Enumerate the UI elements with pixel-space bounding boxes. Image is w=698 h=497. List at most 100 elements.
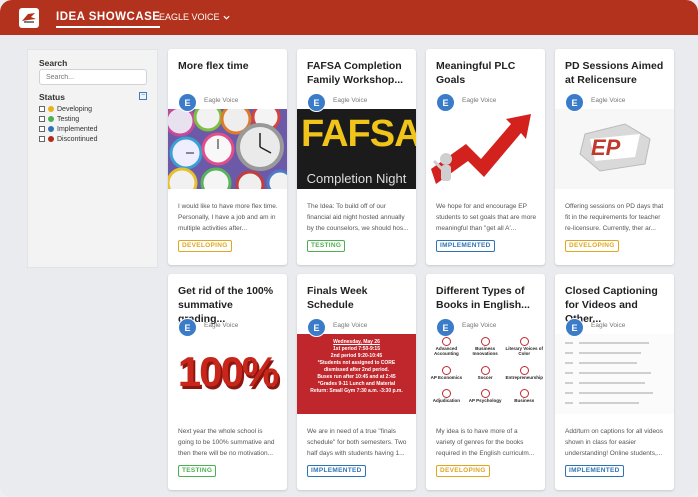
status-filter-discontinued[interactable]: Discontinued — [39, 134, 97, 144]
author-name: Eagle Voice — [204, 322, 239, 329]
search-input[interactable] — [39, 69, 147, 85]
schedule-poster-image: Wednesday, May 26 1st period 7:50-9:15 2… — [297, 334, 416, 414]
status-badge: DEVELOPING — [565, 240, 619, 252]
school-logo-icon[interactable] — [19, 8, 39, 28]
status-filter-implemented[interactable]: Implemented — [39, 124, 97, 134]
checkbox[interactable] — [39, 116, 45, 122]
caption-screenshot-image — [555, 334, 674, 414]
fafsa-image-text: FAFSA — [301, 113, 416, 155]
author-name: Eagle Voice — [204, 97, 239, 104]
card-title[interactable]: More flex time — [178, 59, 282, 73]
card-description: Next year the whole school is going to b… — [178, 428, 275, 457]
card-title[interactable]: FAFSA Completion Family Workshop... — [307, 59, 411, 87]
genre-tile: AP Economics — [428, 365, 465, 388]
nav-dropdown-label: EAGLE VOICE — [159, 12, 220, 22]
card-description: We are in need of a true "finals schedul… — [307, 428, 407, 457]
status-dot-icon — [48, 116, 54, 122]
chevron-down-icon — [223, 15, 230, 20]
genre-tile: AP Psychology — [467, 389, 504, 411]
poster-line: dismissed after 2nd period. — [323, 367, 390, 373]
idea-card[interactable]: More flex time E Eagle Voice I would lik… — [168, 49, 287, 265]
card-description: Add/turn on captions for all videos show… — [565, 428, 663, 457]
app-window: IDEA SHOWCASE EAGLE VOICE Search Status … — [0, 0, 698, 497]
card-title[interactable]: Different Types of Books in English... — [436, 284, 540, 312]
genre-tile: Business Innovations — [467, 337, 504, 364]
genre-label: Business Innovations — [472, 346, 498, 356]
filter-sidebar: Search Status − Developing Testing Imple… — [27, 49, 158, 268]
status-filter-developing[interactable]: Developing — [39, 104, 97, 114]
idea-card[interactable]: Meaningful PLC Goals E Eagle Voice We ho… — [426, 49, 545, 265]
card-title[interactable]: Meaningful PLC Goals — [436, 59, 540, 87]
author-name: Eagle Voice — [462, 322, 497, 329]
status-filter-label: Developing — [57, 105, 93, 113]
checkbox[interactable] — [39, 136, 45, 142]
idea-card[interactable]: FAFSA Completion Family Workshop... FAFS… — [297, 49, 416, 265]
poster-line: 2nd period 9:20-10:45 — [330, 353, 383, 359]
poster-line: *Grades 9-11 Lunch and Material — [317, 381, 396, 387]
status-badge: TESTING — [178, 465, 217, 477]
idea-card[interactable]: Closed Captioning for Videos and Other..… — [555, 274, 674, 490]
author-avatar: E — [565, 318, 584, 337]
author-name: Eagle Voice — [333, 322, 368, 329]
author-avatar: E — [178, 318, 197, 337]
status-filter-label: Discontinued — [57, 135, 98, 143]
search-heading: Search — [39, 58, 68, 68]
genre-label: Business — [514, 398, 535, 404]
ep-logo-text: EP — [591, 135, 621, 160]
card-description: Offering sessions on PD days that fit in… — [565, 203, 664, 232]
status-filter-list: Developing Testing Implemented Discontin… — [39, 104, 97, 144]
idea-card[interactable]: Get rid of the 100% summative grading...… — [168, 274, 287, 490]
author-avatar: E — [436, 318, 455, 337]
fafsa-image-subtext: Completion Night — [306, 171, 407, 186]
genre-grid-image: Advanced Accounting Business Innovations… — [426, 334, 545, 414]
author-avatar: E — [178, 93, 197, 112]
card-description: The Idea: To build off of our financial … — [307, 203, 409, 232]
poster-line: 1st period 7:50-9:15 — [333, 346, 380, 352]
genre-tile: Adjudication — [428, 389, 465, 411]
status-dot-icon — [48, 126, 54, 132]
collapse-status-icon[interactable]: − — [139, 92, 147, 100]
genre-label: Entrepreneurship — [505, 374, 543, 380]
genre-tile: Advanced Accounting — [428, 337, 465, 364]
card-description: We hope for and encourage EP students to… — [436, 203, 537, 232]
checkbox[interactable] — [39, 106, 45, 112]
author-name: Eagle Voice — [591, 97, 626, 104]
genre-label: Advanced Accounting — [433, 346, 459, 356]
poster-line: Return: Small Gym 7:30 a.m. -3:30 p.m. — [310, 388, 403, 394]
status-filter-label: Testing — [57, 115, 80, 123]
genre-label: Soccer — [477, 374, 493, 380]
genre-tile: Entrepreneurship — [505, 365, 543, 388]
eagle-voice-dropdown[interactable]: EAGLE VOICE — [159, 12, 230, 22]
card-title[interactable]: Finals Week Schedule — [307, 284, 411, 312]
author-avatar: E — [436, 93, 455, 112]
author-avatar: E — [307, 93, 326, 112]
status-heading: Status — [39, 92, 65, 102]
ep-logo-image: EP — [555, 109, 674, 189]
status-badge: IMPLEMENTED — [307, 465, 366, 477]
card-description: My idea is to have more of a variety of … — [436, 428, 535, 457]
status-filter-testing[interactable]: Testing — [39, 114, 97, 124]
genre-tile: Business — [505, 389, 543, 411]
arrow-figure-image — [426, 109, 545, 189]
hundred-percent-text: 100% — [177, 348, 279, 395]
app-title[interactable]: IDEA SHOWCASE — [56, 11, 161, 28]
fafsa-image: FAFSA Completion Night — [297, 109, 416, 189]
status-badge: DEVELOPING — [178, 240, 232, 252]
checkbox[interactable] — [39, 126, 45, 132]
genre-label: AP Psychology — [468, 398, 502, 404]
card-description: I would like to have more flex time. Per… — [178, 203, 278, 232]
idea-card[interactable]: Different Types of Books in English... A… — [426, 274, 545, 490]
idea-card[interactable]: Finals Week Schedule Wednesday, May 26 1… — [297, 274, 416, 490]
status-filter-label: Implemented — [57, 125, 98, 133]
status-badge: TESTING — [307, 240, 346, 252]
card-title[interactable]: PD Sessions Aimed at Relicensure — [565, 59, 669, 87]
clocks-image — [168, 109, 287, 189]
status-badge: IMPLEMENTED — [565, 465, 624, 477]
top-navigation-bar: IDEA SHOWCASE EAGLE VOICE — [0, 0, 698, 35]
status-badge: IMPLEMENTED — [436, 240, 495, 252]
status-badge: DEVELOPING — [436, 465, 490, 477]
idea-card[interactable]: PD Sessions Aimed at Relicensure EP E Ea… — [555, 49, 674, 265]
author-name: Eagle Voice — [591, 322, 626, 329]
status-dot-icon — [48, 136, 54, 142]
genre-label: AP Economics — [430, 374, 463, 380]
